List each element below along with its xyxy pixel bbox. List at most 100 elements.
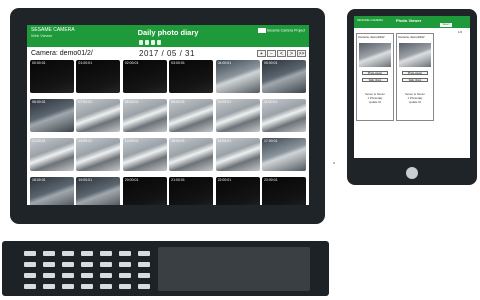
- photo-viewer-button[interactable]: Photo viewer: [402, 71, 428, 75]
- desktop-monitor: SESAME CAMERA Web Viewer Daily photo dia…: [10, 8, 325, 224]
- photo-thumbnail[interactable]: 15:00:01: [169, 138, 214, 171]
- header-tab[interactable]: [157, 40, 161, 45]
- keyboard-key[interactable]: [119, 262, 131, 267]
- keyboard-key[interactable]: [24, 273, 36, 278]
- keyboard-key[interactable]: [119, 284, 131, 289]
- photo-thumbnail[interactable]: 11:00:01: [261, 99, 306, 132]
- keyboard-key[interactable]: [43, 284, 55, 289]
- keyboard-key[interactable]: [62, 251, 74, 256]
- header-tab[interactable]: [139, 40, 143, 45]
- tablet-header: SESAME CAMERA Photo Viewer Select: [354, 16, 470, 28]
- decorative-dot: [333, 162, 335, 164]
- keyboard-key[interactable]: [81, 273, 93, 278]
- camera-card: Camera: demo01/2/ Photo viewer Daily pho…: [396, 33, 434, 121]
- photo-timestamp: 00:00:01: [32, 61, 46, 65]
- card-photo[interactable]: [399, 43, 431, 67]
- photo-thumbnail[interactable]: 12:00:01: [30, 138, 74, 171]
- zoom-in-button[interactable]: +: [257, 50, 266, 57]
- photo-timestamp: 22:00:01: [217, 178, 232, 182]
- keyboard-key[interactable]: [138, 251, 150, 256]
- card-camera-label: Camera: demo01/2/: [398, 35, 425, 39]
- photo-thumbnail[interactable]: 13:00:01: [76, 138, 121, 171]
- photo-timestamp: 14:00:01: [124, 139, 139, 143]
- keyboard-key[interactable]: [24, 251, 36, 256]
- photo-thumbnail[interactable]: 22:00:01: [215, 177, 260, 205]
- keyboard-key[interactable]: [24, 262, 36, 267]
- photo-thumbnail[interactable]: 10:00:01: [215, 99, 260, 132]
- photo-timestamp: 02:00:01: [124, 61, 139, 65]
- daily-photo-button[interactable]: Daily photo: [362, 78, 388, 82]
- photo-timestamp: 12:00:01: [32, 139, 46, 143]
- keyboard-key[interactable]: [100, 284, 112, 289]
- last-day-button[interactable]: >>: [297, 50, 306, 57]
- photo-thumbnail[interactable]: 17:00:01: [261, 138, 306, 171]
- header-tabs: [139, 40, 161, 45]
- photo-thumbnail[interactable]: 08:00:01: [122, 99, 167, 132]
- photo-thumbnail[interactable]: 02:00:01: [122, 60, 167, 93]
- keyboard-key[interactable]: [100, 251, 112, 256]
- keyboard-key[interactable]: [24, 284, 36, 289]
- tablet-page-indicator: 1/2: [458, 30, 463, 34]
- home-button[interactable]: [406, 167, 418, 179]
- photo-viewer-button[interactable]: Photo viewer: [362, 71, 388, 75]
- photo-thumbnail[interactable]: 20:00:01: [122, 177, 167, 205]
- keyboard-key[interactable]: [100, 273, 112, 278]
- header-tab[interactable]: [151, 40, 155, 45]
- photo-thumbnail[interactable]: 21:00:01: [169, 177, 214, 205]
- header-project-link[interactable]: Sesame Camera Project: [257, 28, 305, 33]
- keyboard-key[interactable]: [81, 262, 93, 267]
- keyboard: [2, 241, 329, 296]
- touchpad[interactable]: [158, 247, 310, 291]
- photo-thumbnail[interactable]: 03:00:01: [169, 60, 214, 93]
- keyboard-key[interactable]: [81, 251, 93, 256]
- keyboard-key[interactable]: [138, 262, 150, 267]
- tablet-brand[interactable]: SESAME CAMERA: [357, 18, 383, 22]
- app-header: SESAME CAMERA Web Viewer Daily photo dia…: [27, 25, 309, 47]
- keyboard-key[interactable]: [138, 284, 150, 289]
- photo-timestamp: 04:00:01: [217, 61, 232, 65]
- header-tab[interactable]: [145, 40, 149, 45]
- keyboard-key[interactable]: [100, 262, 112, 267]
- keyboard-key[interactable]: [81, 284, 93, 289]
- photo-thumbnail[interactable]: 05:00:01: [261, 60, 306, 93]
- card-caption: Seven to Seven 1 Photo/day update 1h: [399, 92, 431, 104]
- photo-grid: 00:00:01 01:00:01 02:00:01 03:00:01 04:00:01…: [30, 60, 306, 205]
- keyboard-key[interactable]: [43, 262, 55, 267]
- date-label: 2017 / 05 / 31: [139, 49, 195, 58]
- keyboard-key[interactable]: [138, 273, 150, 278]
- keyboard-key[interactable]: [119, 251, 131, 256]
- date-navigation: + − < > >>: [257, 50, 306, 57]
- photo-thumbnail[interactable]: 07:00:01: [76, 99, 121, 132]
- keyboard-key[interactable]: [62, 273, 74, 278]
- photo-timestamp: 17:00:01: [263, 139, 278, 143]
- photo-thumbnail[interactable]: 19:00:01: [76, 177, 121, 205]
- keyboard-key[interactable]: [62, 262, 74, 267]
- photo-timestamp: 01:00:01: [78, 61, 93, 65]
- photo-thumbnail[interactable]: 16:00:01: [215, 138, 260, 171]
- photo-thumbnail[interactable]: 23:00:01: [261, 177, 306, 205]
- keyboard-key[interactable]: [43, 273, 55, 278]
- daily-photo-button[interactable]: Daily photo: [402, 78, 428, 82]
- tablet-device: SESAME CAMERA Photo Viewer Select 1/2 Ca…: [347, 9, 477, 185]
- page-title: Daily photo diary: [137, 28, 199, 37]
- keyboard-key[interactable]: [43, 251, 55, 256]
- tablet-select-button[interactable]: Select: [440, 23, 452, 27]
- prev-day-button[interactable]: <: [277, 50, 286, 57]
- next-day-button[interactable]: >: [287, 50, 296, 57]
- photo-thumbnail[interactable]: 09:00:01: [169, 99, 214, 132]
- photo-thumbnail[interactable]: 00:00:01: [30, 60, 74, 93]
- photo-timestamp: 16:00:01: [217, 139, 232, 143]
- photo-thumbnail[interactable]: 14:00:01: [122, 138, 167, 171]
- card-photo[interactable]: [359, 43, 391, 67]
- photo-thumbnail[interactable]: 18:00:01: [30, 177, 74, 205]
- photo-timestamp: 03:00:01: [171, 61, 185, 65]
- brand-logo[interactable]: SESAME CAMERA Web Viewer: [31, 27, 75, 38]
- photo-thumbnail[interactable]: 01:00:01: [76, 60, 121, 93]
- zoom-out-button[interactable]: −: [267, 50, 276, 57]
- photo-thumbnail[interactable]: 06:00:01: [30, 99, 74, 132]
- keyboard-key[interactable]: [119, 273, 131, 278]
- keyboard-key[interactable]: [62, 284, 74, 289]
- photo-thumbnail[interactable]: 04:00:01: [215, 60, 260, 93]
- card-caption: Seven to Seven 1 Photo/day update 1h: [359, 92, 391, 104]
- card-camera-label: Camera: demo01/2/: [358, 35, 385, 39]
